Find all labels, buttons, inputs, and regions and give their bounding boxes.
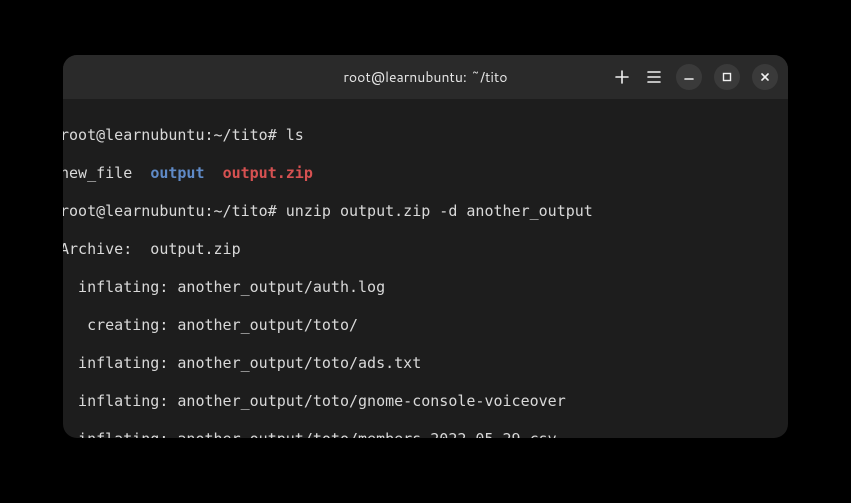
terminal-body[interactable]: root@learnubuntu:~/tito# ls new_file out… bbox=[63, 99, 788, 438]
unzip-line: inflating: another_output/auth.log bbox=[63, 278, 385, 296]
prompt: root@learnubuntu:~/tito# bbox=[63, 126, 277, 144]
titlebar: root@learnubuntu: ~/tito bbox=[63, 55, 788, 99]
unzip-archive-line: Archive: output.zip bbox=[63, 240, 241, 258]
unzip-line: inflating: another_output/toto/ads.txt bbox=[63, 354, 421, 372]
ls1-file-new_file: new_file bbox=[63, 164, 132, 182]
hamburger-icon[interactable] bbox=[644, 67, 664, 87]
titlebar-controls bbox=[612, 64, 778, 90]
minimize-button[interactable] bbox=[676, 64, 702, 90]
unzip-line: creating: another_output/toto/ bbox=[63, 316, 358, 334]
close-button[interactable] bbox=[752, 64, 778, 90]
command-unzip: unzip output.zip -d another_output bbox=[286, 202, 593, 220]
unzip-line: inflating: another_output/toto/gnome-con… bbox=[63, 392, 566, 410]
ls1-dir-output: output bbox=[150, 164, 204, 182]
terminal-window: root@learnubuntu: ~/tito root@learnubunt… bbox=[63, 55, 788, 438]
command-ls1: ls bbox=[286, 126, 304, 144]
plus-icon[interactable] bbox=[612, 67, 632, 87]
maximize-button[interactable] bbox=[714, 64, 740, 90]
ls1-zip-output: output.zip bbox=[223, 164, 313, 182]
prompt: root@learnubuntu:~/tito# bbox=[63, 202, 277, 220]
unzip-line: inflating: another_output/toto/members.2… bbox=[63, 430, 557, 438]
